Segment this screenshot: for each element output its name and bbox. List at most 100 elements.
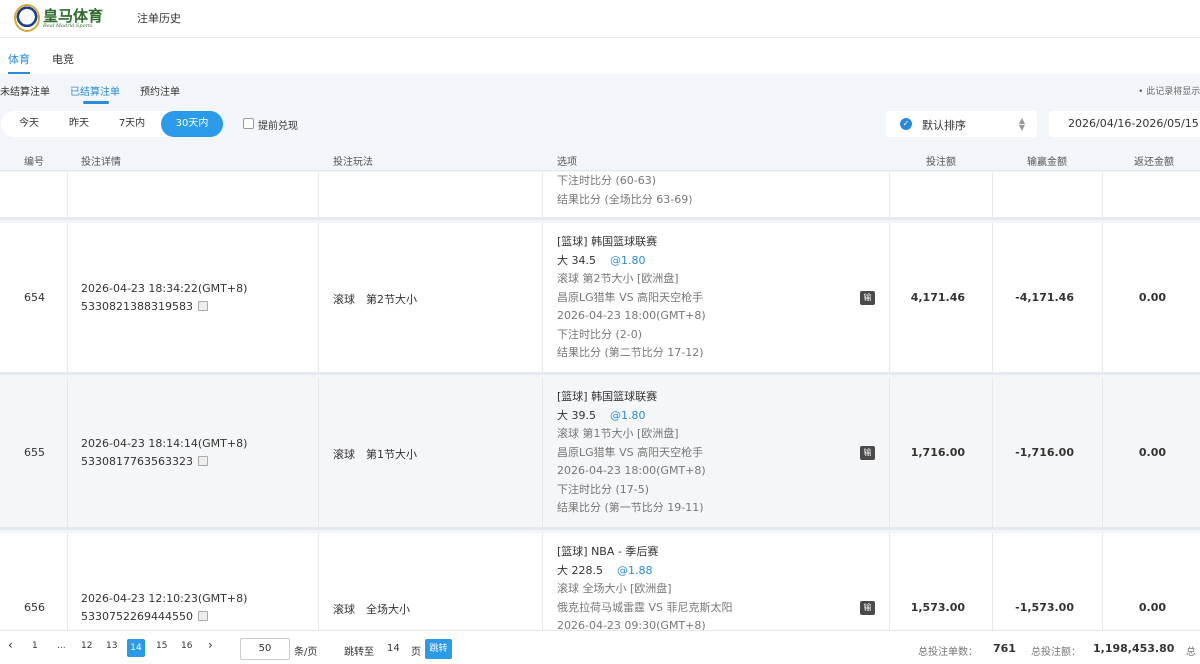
bet-history-link[interactable]: 注单历史 <box>137 10 181 26</box>
sort-select[interactable]: ✓ 默认排序 ▲ ▼ <box>886 111 1037 137</box>
win-loss-amount: -1,573.00 <box>1015 601 1074 614</box>
bet-type: 滚球 第2节大小 <box>333 293 417 306</box>
early-cashout-label: 提前兑现 <box>258 121 298 132</box>
match: 俄克拉荷马城雷霆 VS 菲尼克斯太阳 <box>557 600 733 614</box>
page-15[interactable]: 15 <box>156 641 167 651</box>
col-divider <box>318 172 319 217</box>
jump-button[interactable]: 跳转 <box>425 639 452 659</box>
lose-badge: 输 <box>860 446 875 460</box>
lose-badge: 输 <box>860 601 875 615</box>
bet-detail: 2026-04-23 18:34:22(GMT+8) 5330821388319… <box>81 280 247 316</box>
table-row-partial: 下注时比分 (60-63) 结果比分 (全场比分 63-69) <box>0 172 1200 220</box>
match-time: 2026-04-23 18:00(GMT+8) <box>557 309 706 322</box>
bet-number: 656 <box>24 601 45 614</box>
stake-amount: 1,716.00 <box>910 446 965 459</box>
per-page-label: 条/页 <box>294 647 318 658</box>
col-returned: 返还金额 <box>1134 157 1174 168</box>
col-divider <box>992 378 993 527</box>
col-win-loss: 输赢金额 <box>1027 157 1067 168</box>
pick: 大 39.5 <box>557 408 596 422</box>
col-bet-details: 投注详情 <box>81 157 121 168</box>
col-bet-type: 投注玩法 <box>333 157 373 168</box>
chevron-right-icon[interactable]: › <box>208 638 213 652</box>
bet-detail: 2026-04-23 12:10:23(GMT+8) 5330752269444… <box>81 590 247 626</box>
col-divider <box>992 223 993 372</box>
table-row[interactable]: 655 2026-04-23 18:14:14(GMT+8) 533081776… <box>0 378 1200 530</box>
pill-today[interactable]: 今天 <box>7 111 51 137</box>
pill-30-days[interactable]: 30天内 <box>161 111 223 137</box>
result-score: 结果比分 (第一节比分 19-11) <box>557 501 704 514</box>
tab-reserved[interactable]: 预约注单 <box>140 83 180 98</box>
col-divider <box>542 172 543 217</box>
total-extra-label: 总 <box>1186 647 1196 658</box>
pill-7-days[interactable]: 7天内 <box>107 111 157 137</box>
active-subtab-indicator <box>83 101 109 104</box>
real-madrid-crest-icon[interactable] <box>14 4 40 32</box>
result-score: 结果比分 (第二节比分 17-12) <box>557 346 704 359</box>
filter-bar: 今天 昨天 7天内 30天内 提前兑现 ✓ 默认排序 ▲ ▼ 2026/04/16… <box>0 108 1200 144</box>
total-count-value: 761 <box>993 642 1016 655</box>
bet-type: 滚球 全场大小 <box>333 603 410 616</box>
match: 昌原LG猎隼 VS 高阳天空枪手 <box>557 445 704 459</box>
main-tabs: 体育 电竞 <box>0 39 1200 74</box>
returned-amount: 0.00 <box>1138 601 1166 614</box>
page-ellipsis[interactable]: ... <box>57 641 66 651</box>
table-row[interactable]: 654 2026-04-23 18:34:22(GMT+8) 533082138… <box>0 223 1200 375</box>
jump-page-input[interactable]: 14 <box>387 643 400 654</box>
bet-number: 655 <box>24 446 45 459</box>
tab-unsettled[interactable]: 未结算注单 <box>0 83 50 98</box>
date-range-pills: 今天 昨天 7天内 30天内 <box>1 111 223 137</box>
copy-icon[interactable] <box>197 301 208 311</box>
selection-details: [篮球] 韩国篮球联赛 大 39.5 @1.80 滚球 第1节大小 [欧洲盘] 昌… <box>557 388 706 518</box>
copy-icon[interactable] <box>197 456 208 466</box>
check-circle-icon: ✓ <box>900 118 912 130</box>
col-divider <box>1102 223 1103 372</box>
page-unit-label: 页 <box>411 647 421 658</box>
page-size-input[interactable]: 50 <box>240 638 290 660</box>
score-at-bet: 下注时比分 (60-63) <box>557 174 657 187</box>
page-14-current[interactable]: 14 <box>127 639 145 657</box>
pick: 大 34.5 <box>557 253 596 267</box>
bet-id: 5330821388319583 <box>81 300 193 313</box>
page-12[interactable]: 12 <box>81 641 92 651</box>
league: [篮球] 韩国篮球联赛 <box>557 390 658 403</box>
copy-icon[interactable] <box>197 611 208 621</box>
bet-time: 2026-04-23 18:34:22(GMT+8) <box>81 282 248 295</box>
win-loss-amount: -1,716.00 <box>1015 446 1074 459</box>
odds: @1.80 <box>610 253 646 267</box>
bet-detail: 2026-04-23 18:14:14(GMT+8) 5330817763563… <box>81 435 247 471</box>
tab-sports[interactable]: 体育 <box>8 51 30 67</box>
active-tab-indicator <box>8 72 30 74</box>
chevron-left-icon[interactable]: ‹ <box>8 638 13 652</box>
market: 滚球 全场大小 [欧洲盘] <box>557 582 672 595</box>
col-divider <box>889 378 890 527</box>
date-range-input[interactable]: 2026/04/16-2026/05/15 <box>1049 111 1200 137</box>
col-selection: 选项 <box>557 157 577 168</box>
page-1[interactable]: 1 <box>32 641 38 651</box>
selection-details: [篮球] NBA - 季后赛 大 228.5 @1.88 滚球 全场大小 [欧洲盘… <box>557 543 733 636</box>
market: 滚球 第2节大小 [欧洲盘] <box>557 272 679 285</box>
stake-amount: 4,171.46 <box>910 291 965 304</box>
tab-esports[interactable]: 电竞 <box>52 51 74 67</box>
col-divider <box>67 172 68 217</box>
col-divider <box>542 223 543 372</box>
page-16[interactable]: 16 <box>181 641 192 651</box>
match: 昌原LG猎隼 VS 高阳天空枪手 <box>557 290 704 304</box>
bet-type: 滚球 第1节大小 <box>333 448 417 461</box>
col-divider <box>67 223 68 372</box>
brand-subtitle: Real Madrid Sports <box>43 23 93 29</box>
col-divider <box>889 223 890 372</box>
bet-number: 654 <box>24 291 45 304</box>
page-13[interactable]: 13 <box>106 641 117 651</box>
pick: 大 228.5 <box>557 563 603 577</box>
col-divider <box>318 378 319 527</box>
odds: @1.88 <box>617 563 653 577</box>
early-cashout-checkbox[interactable] <box>243 118 254 129</box>
content-area: 体育 电竞 未结算注单 已结算注单 预约注单 • 此记录将显示3 今天 昨天 7… <box>0 39 1200 664</box>
selection-details: [篮球] 韩国篮球联赛 大 34.5 @1.80 滚球 第2节大小 [欧洲盘] 昌… <box>557 233 706 363</box>
selection-details: 下注时比分 (60-63) 结果比分 (全场比分 63-69) <box>557 172 693 209</box>
tab-settled[interactable]: 已结算注单 <box>70 83 120 98</box>
pill-yesterday[interactable]: 昨天 <box>57 111 101 137</box>
bet-id: 5330817763563323 <box>81 455 193 468</box>
returned-amount: 0.00 <box>1138 446 1166 459</box>
